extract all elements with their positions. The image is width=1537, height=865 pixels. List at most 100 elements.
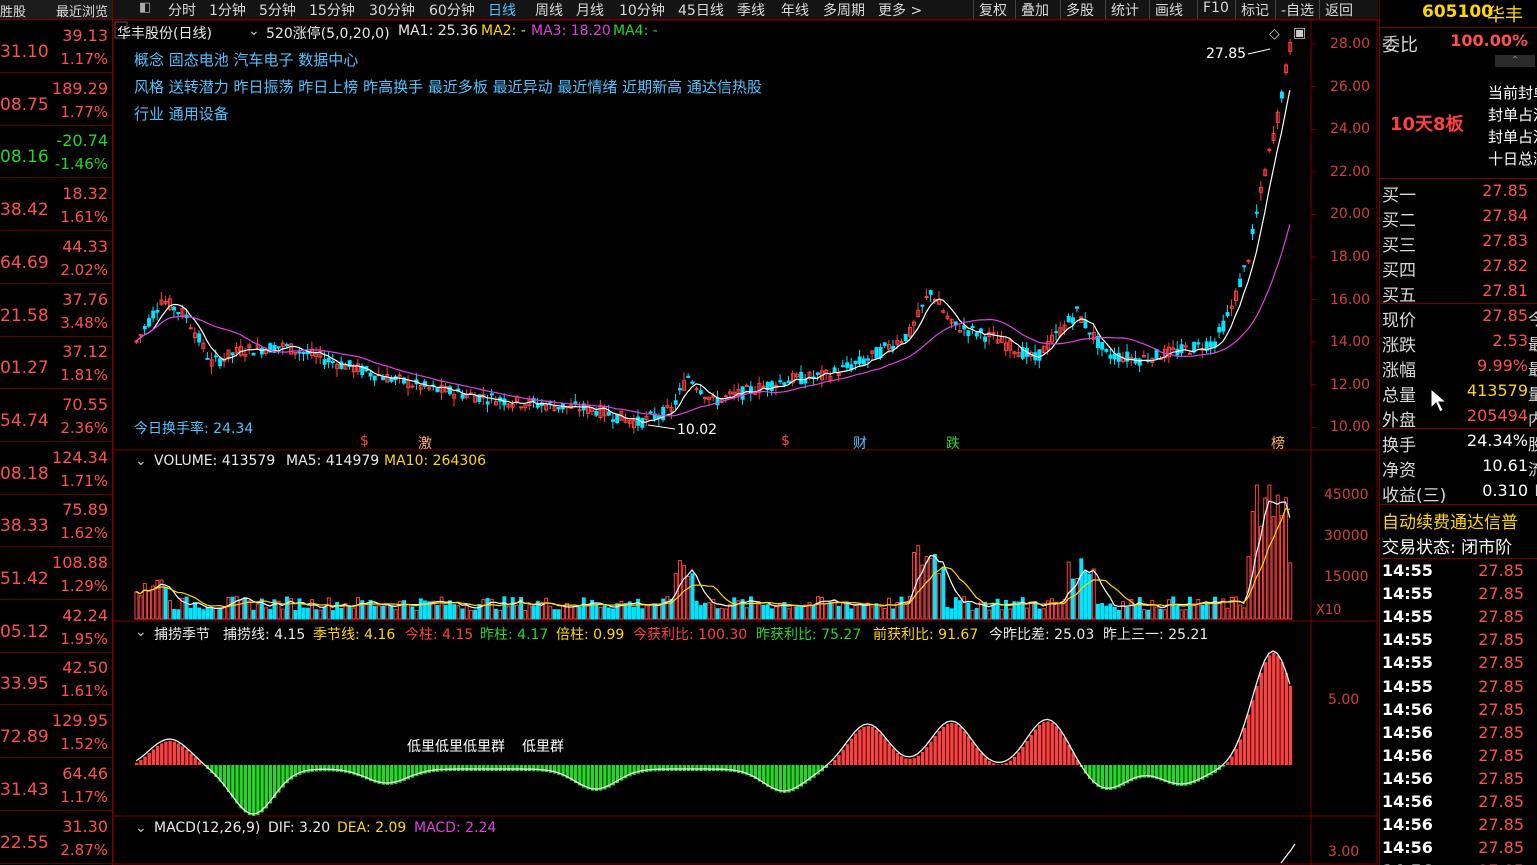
stat-row: 收益(三)0.310P xyxy=(1380,480,1537,506)
bid-row[interactable]: 买三 27.83 xyxy=(1380,230,1537,256)
volume-bar xyxy=(376,605,381,620)
period-tab[interactable]: 30分钟 xyxy=(369,0,415,20)
window-icon[interactable]: ▣ xyxy=(1293,25,1306,41)
toolbar-action[interactable]: 复权 xyxy=(979,0,1007,20)
volume-bar xyxy=(163,587,168,620)
season-name[interactable]: 捕捞季节 xyxy=(154,624,210,644)
macd-name[interactable]: MACD(12,26,9) xyxy=(154,820,260,836)
candle-body xyxy=(744,385,749,388)
watchlist-change: 37.12 xyxy=(62,342,108,362)
industry-tag[interactable]: 行业 通用设备 xyxy=(134,103,229,124)
watchlist-row[interactable]: 22.55 31.30 2.87% xyxy=(0,811,112,864)
period-tab[interactable]: 周线 xyxy=(535,0,563,20)
candle-body xyxy=(782,382,787,386)
toolbar-action[interactable]: 统计 xyxy=(1111,0,1139,20)
toolbar-action[interactable]: 多股 xyxy=(1066,0,1094,20)
price-y-tick: 14.00 xyxy=(1330,334,1371,351)
watchlist-row[interactable]: 38.33 75.89 1.62% xyxy=(0,494,112,548)
chart-area[interactable]: 华丰股份(日线) ⌄ 520涨停(5,0,20,0) MA1: 25.36 MA… xyxy=(113,20,1378,865)
panel-toggle-icon[interactable]: ◧ xyxy=(139,0,151,15)
watchlist-row[interactable]: 54.74 70.55 2.36% xyxy=(0,389,112,442)
watchlist-row[interactable]: 08.18 124.34 1.71% xyxy=(0,442,112,495)
volume-bar xyxy=(314,609,319,620)
period-tab[interactable]: 日线 xyxy=(488,0,516,20)
tick-row: 14:55 27.85 xyxy=(1380,629,1537,652)
toolbar-action[interactable]: 标记 xyxy=(1241,0,1269,20)
period-tab[interactable]: 45日线 xyxy=(678,0,724,20)
season-bar xyxy=(599,765,603,791)
quote-row: 外盘205494内 xyxy=(1380,405,1537,431)
event-marker[interactable]: $ xyxy=(360,433,369,449)
indicator-icon[interactable]: ⌄ xyxy=(248,23,260,39)
toolbar-action[interactable]: 画线 xyxy=(1155,0,1183,20)
volume-bar xyxy=(1066,561,1071,620)
watchlist-change: 189.29 xyxy=(52,78,108,98)
event-marker[interactable]: 跌 xyxy=(946,433,960,453)
season-bar xyxy=(929,741,933,765)
toolbar-action[interactable]: 叠加 xyxy=(1021,0,1049,20)
event-marker[interactable]: 激 xyxy=(418,433,432,453)
period-tab[interactable]: 分时 xyxy=(168,0,196,20)
candle-body xyxy=(259,347,264,355)
diamond-icon[interactable]: ◇ xyxy=(1269,26,1280,42)
watchlist-row[interactable]: 31.10 39.13 1.17% xyxy=(0,20,112,73)
period-tab[interactable]: 月线 xyxy=(576,0,604,20)
watchlist-row[interactable]: 01.27 37.12 1.81% xyxy=(0,336,112,390)
candle-body xyxy=(928,290,933,295)
bid-row[interactable]: 买二 27.84 xyxy=(1380,205,1537,231)
renewal-notice[interactable]: 自动续费通达信普 xyxy=(1382,508,1518,533)
bid-row[interactable]: 买四 27.82 xyxy=(1380,255,1537,281)
watchlist-row[interactable]: 05.12 42.24 1.95% xyxy=(0,600,112,653)
indicator-name[interactable]: 520涨停(5,0,20,0) xyxy=(266,23,390,43)
volume-bar xyxy=(381,605,386,620)
period-tab[interactable]: 季线 xyxy=(737,0,765,20)
watchlist-row[interactable]: 64.69 44.33 2.02% xyxy=(0,231,112,284)
watchlist-change: 42.24 xyxy=(62,605,108,625)
macd-collapse-icon[interactable]: ⌄ xyxy=(135,820,147,836)
period-tab[interactable]: 10分钟 xyxy=(619,0,665,20)
watchlist-col-stock[interactable]: 胜股 xyxy=(0,1,26,20)
toolbar-action[interactable]: -自选 xyxy=(1281,0,1314,20)
watchlist-row[interactable]: 08.75 189.29 1.77% xyxy=(0,73,112,126)
candle-body xyxy=(690,381,695,384)
period-tab[interactable]: 多周期 xyxy=(823,0,865,20)
watchlist-row[interactable]: 51.42 108.88 1.29% xyxy=(0,547,112,600)
volume-bar xyxy=(836,605,841,620)
toolbar-action[interactable]: F10 xyxy=(1203,0,1229,16)
period-tab[interactable]: 5分钟 xyxy=(259,0,296,20)
bid-row[interactable]: 买五 27.81 xyxy=(1380,280,1537,306)
watchlist-row[interactable]: 33.95 42.50 1.61% xyxy=(0,652,112,706)
watchlist-row[interactable]: 72.89 129.95 1.52% xyxy=(0,705,112,759)
watchlist-row[interactable]: 38.42 18.32 1.61% xyxy=(0,178,112,232)
period-tab[interactable]: 60分钟 xyxy=(429,0,475,20)
volume-bar xyxy=(1020,597,1025,620)
collapse-chevron-icon[interactable]: ⌃ xyxy=(1495,55,1535,67)
event-marker[interactable]: $ xyxy=(781,433,790,449)
bid-label: 买二 xyxy=(1382,211,1416,231)
season-bar xyxy=(837,755,841,765)
tick-time: 14:56 xyxy=(1382,768,1433,788)
season-bar xyxy=(477,765,482,772)
volume-collapse-icon[interactable]: ⌄ xyxy=(135,453,147,469)
candle-body xyxy=(397,374,402,377)
chart-canvas[interactable] xyxy=(113,20,1378,865)
event-marker[interactable]: 财 xyxy=(853,433,867,453)
period-tab[interactable]: 年线 xyxy=(781,0,809,20)
concept-tags[interactable]: 概念 固态电池 汽车电子 数据中心 xyxy=(134,49,358,70)
event-marker[interactable]: 榜 xyxy=(1271,433,1285,453)
watchlist-row[interactable]: 31.43 64.46 1.17% xyxy=(0,758,112,811)
watchlist-percent: 1.17% xyxy=(60,50,108,68)
period-tab[interactable]: 15分钟 xyxy=(309,0,355,20)
volume-bar xyxy=(1104,605,1109,620)
watchlist-col-recent[interactable]: 最近浏览 xyxy=(56,1,108,20)
volume-bar xyxy=(661,598,666,620)
quote-value: 2.53 xyxy=(1492,331,1528,350)
toolbar-action[interactable]: 返回 xyxy=(1325,0,1353,20)
style-tags[interactable]: 风格 送转潜力 昨日振荡 昨日上榜 昨高换手 最近多板 最近异动 最近情绪 近期… xyxy=(134,76,762,97)
watchlist-row[interactable]: 08.16 -20.74 -1.46% xyxy=(0,125,112,179)
period-tab[interactable]: 1分钟 xyxy=(209,0,246,20)
watchlist-row[interactable]: 21.58 37.76 3.48% xyxy=(0,284,112,337)
bid-row[interactable]: 买一 27.85 xyxy=(1380,180,1537,206)
season-collapse-icon[interactable]: ⌄ xyxy=(135,624,147,640)
period-tab[interactable]: 更多 > xyxy=(878,0,922,20)
